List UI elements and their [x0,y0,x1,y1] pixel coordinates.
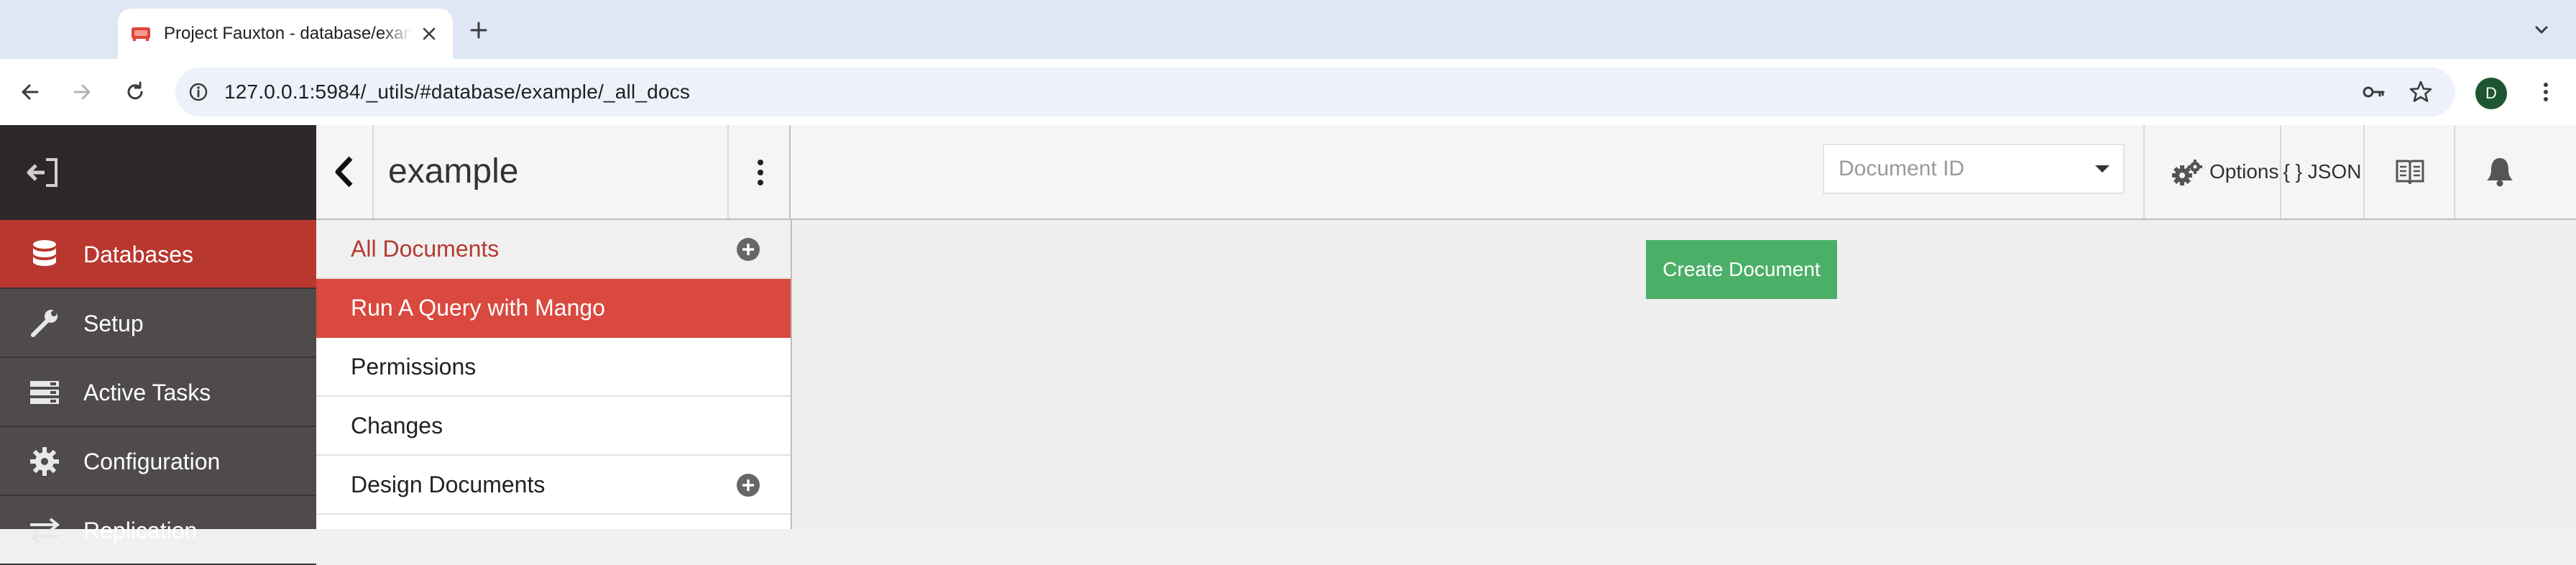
couch-favicon-icon [129,22,152,45]
url-text: 127.0.0.1:5984/_utils/#database/example/… [224,81,691,103]
browser-toolbar: 127.0.0.1:5984/_utils/#database/example/… [0,59,2576,125]
subnav-item-design-documents[interactable]: Design Documents [316,456,791,515]
document-id-jump-field[interactable]: Document ID [1823,144,2125,194]
subnav-item-all-documents[interactable]: All Documents [316,220,791,279]
close-tab-icon[interactable] [420,24,438,43]
options-label: Options [2209,160,2279,183]
new-tab-icon[interactable] [466,17,492,43]
vertical-ellipsis-icon [758,160,763,185]
gear-icon [27,446,62,477]
fauxton-app: Databases Setup Active Tasks Configurati… [0,125,2576,565]
gears-icon [2172,160,2202,185]
sidebar-item-label: Active Tasks [83,380,211,405]
options-button[interactable]: Options [2145,125,2280,219]
sidebar-item-configuration[interactable]: Configuration [0,427,316,496]
database-icon [27,239,62,270]
subnav-item-permissions[interactable]: Permissions [316,338,791,397]
password-key-icon[interactable] [2360,79,2386,105]
subnav-item-changes[interactable]: Changes [316,397,791,456]
chevron-left-icon [335,156,353,188]
main-content: Create Document [792,220,2576,529]
sidebar-item-label: Configuration [83,449,221,474]
site-info-icon[interactable] [187,81,210,104]
bookmark-star-icon[interactable] [2408,79,2434,105]
sidebar-item-replication[interactable]: Replication [0,496,316,565]
back-to-databases-button[interactable] [316,125,374,219]
collapse-sidebar-icon[interactable] [26,157,60,188]
json-label: { } JSON [2283,160,2362,183]
browser-tab[interactable]: Project Fauxton - database/example/_all_… [118,9,453,59]
create-document-button[interactable]: Create Document [1646,240,1837,299]
subnav-item-label: Run A Query with Mango [351,295,605,321]
browser-tabstrip: Project Fauxton - database/example/_all_… [0,0,2576,59]
database-title: example [388,152,519,190]
database-actions-menu-button[interactable] [727,125,791,219]
replication-icon [27,515,62,546]
tab-search-chevron-icon[interactable] [2530,19,2553,42]
sidebar-item-setup[interactable]: Setup [0,289,316,358]
bell-icon [2485,157,2514,187]
main-sidebar: Databases Setup Active Tasks Configurati… [0,125,316,565]
plus-circle-icon[interactable] [736,473,760,497]
database-header: example Document ID Options {} JSON [316,125,2576,220]
tab-title: Project Fauxton - database/example/_all_… [164,24,411,43]
plus-circle-icon[interactable] [736,237,760,262]
notifications-button[interactable] [2455,125,2576,219]
back-arrow-icon[interactable] [17,79,43,105]
subnav-item-label: Changes [351,413,443,438]
caret-down-icon[interactable] [2093,162,2112,175]
address-bar[interactable]: 127.0.0.1:5984/_utils/#database/example/… [175,68,2455,116]
subnav-item-label: Permissions [351,354,477,380]
wrench-icon [27,308,62,339]
sidebar-item-active-tasks[interactable]: Active Tasks [0,358,316,427]
sidebar-item-databases[interactable]: Databases [0,220,316,289]
browser-menu-icon[interactable] [2536,79,2556,105]
forward-arrow-icon[interactable] [69,79,95,105]
tasks-icon [27,377,62,408]
subnav-item-label: All Documents [351,236,500,262]
subnav-item-run-query-mango[interactable]: Run A Query with Mango [316,279,791,338]
sidebar-brand [0,125,316,220]
document-id-placeholder: Document ID [1839,157,1965,180]
sidebar-item-label: Databases [83,242,193,267]
subnav-item-label: Design Documents [351,472,546,497]
database-sub-navigation: All Documents Run A Query with Mango Per… [316,220,792,529]
reload-icon[interactable] [122,79,148,105]
json-button[interactable]: { } JSON [2281,125,2363,219]
sidebar-item-label: Setup [83,311,144,336]
profile-avatar[interactable]: D [2475,78,2507,109]
documentation-button[interactable] [2365,125,2454,219]
sidebar-item-label: Replication [83,518,198,543]
book-icon [2395,158,2425,185]
